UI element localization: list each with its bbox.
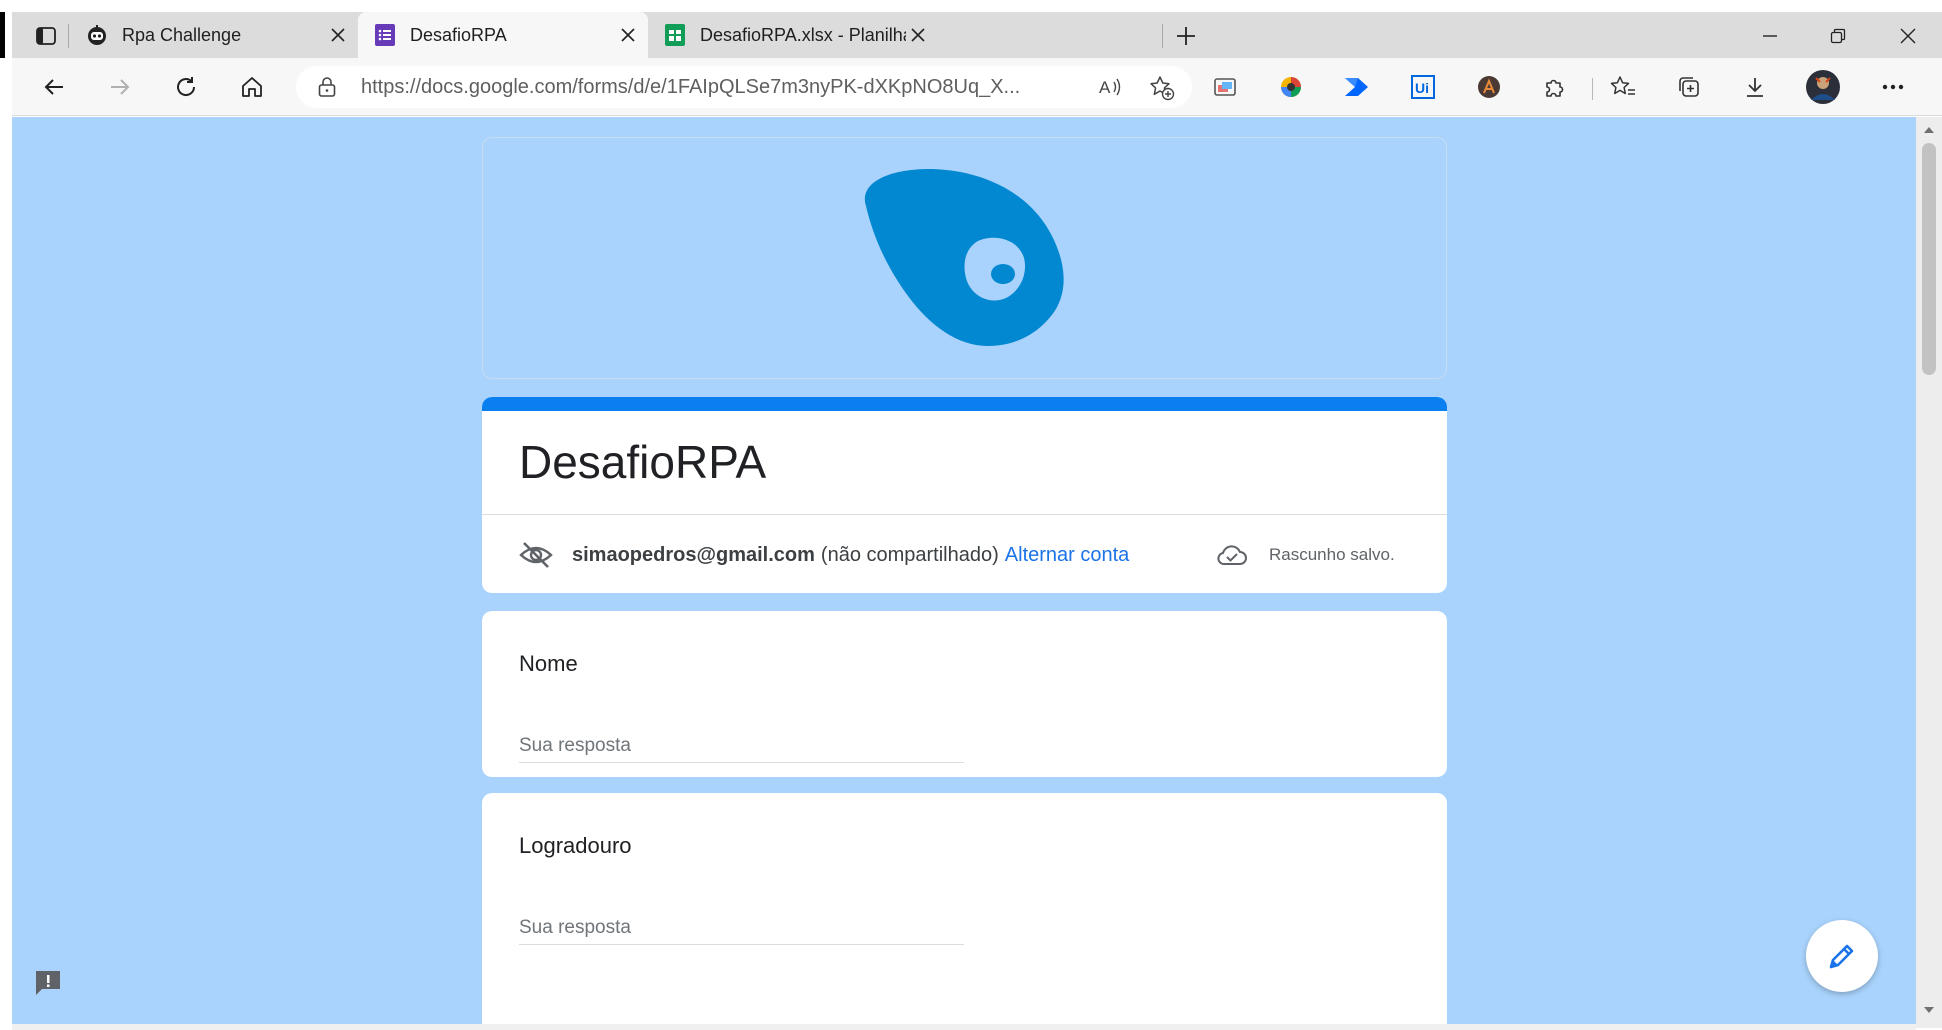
power-automate-icon xyxy=(1345,78,1368,96)
edit-fab-button[interactable] xyxy=(1806,920,1878,992)
pencil-icon xyxy=(1829,944,1854,969)
window-edge xyxy=(0,12,5,58)
extensions-button[interactable] xyxy=(1540,72,1570,102)
home-button[interactable] xyxy=(234,69,270,105)
refresh-icon xyxy=(177,77,196,96)
extension-avatar-a[interactable] xyxy=(1474,72,1504,102)
accent-bar xyxy=(482,397,1447,411)
profile-button[interactable] xyxy=(1806,70,1840,104)
browser-window: Rpa Challenge DesafioRPA DesafioRPA.xlsx… xyxy=(0,0,1942,1030)
restore-icon xyxy=(1830,28,1846,44)
uipath-icon: Ui xyxy=(1411,75,1435,99)
more-dots-icon xyxy=(1882,84,1904,90)
add-favorite-icon[interactable] xyxy=(1149,75,1175,101)
extension-uipath[interactable]: Ui xyxy=(1408,72,1438,102)
question-label: Nome xyxy=(519,651,578,676)
tab-actions-icon xyxy=(36,27,56,45)
form-title: DesafioRPA xyxy=(519,436,767,488)
close-tab-icon[interactable] xyxy=(616,23,640,47)
lock-icon xyxy=(318,77,336,97)
robot-icon xyxy=(86,24,108,46)
close-tab-icon[interactable] xyxy=(906,23,930,47)
tab-separator xyxy=(1162,24,1163,48)
svg-text:Ui: Ui xyxy=(1415,80,1429,96)
tab-title: DesafioRPA.xlsx - Planilhas Goog xyxy=(700,24,906,45)
arrow-right-icon xyxy=(111,79,130,95)
downloads-button[interactable] xyxy=(1740,72,1770,102)
question-card-logradouro: Logradouro xyxy=(482,793,1447,1028)
form-header-banner xyxy=(482,137,1447,379)
tab-desafiorpa-xlsx[interactable]: DesafioRPA.xlsx - Planilhas Goog xyxy=(648,12,938,58)
favorites-icon xyxy=(1610,76,1635,95)
letter-a-icon xyxy=(1478,76,1500,98)
page-viewport: DesafioRPA simaopedros@gmail.com (não co… xyxy=(12,117,1916,1028)
tab-title: DesafioRPA xyxy=(410,24,507,45)
tab-title: Rpa Challenge xyxy=(122,24,242,45)
horizontal-scrollbar[interactable] xyxy=(12,1024,1916,1030)
download-icon xyxy=(1747,78,1763,97)
color-wheel-icon xyxy=(1281,77,1301,97)
restore-button[interactable] xyxy=(1818,20,1858,52)
collections-button[interactable] xyxy=(1674,72,1704,102)
plus-icon xyxy=(1177,27,1195,45)
refresh-button[interactable] xyxy=(168,69,204,105)
scroll-down-icon xyxy=(1924,1007,1934,1013)
profile-avatar xyxy=(1806,70,1840,104)
url-text: https://docs.google.com/forms/d/e/1FAIpQ… xyxy=(361,76,1021,98)
settings-more-button[interactable] xyxy=(1878,72,1908,102)
switch-account-link[interactable]: Alternar conta xyxy=(1005,544,1130,567)
cloud-check-icon xyxy=(1217,545,1247,566)
extension-power-automate[interactable] xyxy=(1342,72,1372,102)
scroll-up-icon xyxy=(1924,127,1934,133)
google-forms-icon xyxy=(374,24,396,46)
draft-status: Rascunho salvo. xyxy=(1217,539,1395,571)
google-sheets-icon xyxy=(664,24,686,46)
tab-rpa-challenge[interactable]: Rpa Challenge xyxy=(70,12,358,58)
forward-button[interactable] xyxy=(102,69,138,105)
divider xyxy=(482,514,1447,515)
not-shared-label: (não compartilhado) xyxy=(820,543,999,566)
close-tab-icon[interactable] xyxy=(326,23,350,47)
question-label: Logradouro xyxy=(519,833,632,858)
navigation-bar: https://docs.google.com/forms/d/e/1FAIpQ… xyxy=(12,58,1942,116)
tab-desafiorpa[interactable]: DesafioRPA xyxy=(358,12,648,58)
address-bar[interactable]: https://docs.google.com/forms/d/e/1FAIpQ… xyxy=(296,66,1192,108)
arrow-left-icon xyxy=(44,79,63,95)
extension-tab-capture[interactable] xyxy=(1210,72,1240,102)
draft-status-text: Rascunho salvo. xyxy=(1269,545,1395,564)
collections-icon xyxy=(1679,77,1699,97)
puzzle-icon xyxy=(1546,79,1564,97)
close-icon xyxy=(1900,28,1916,44)
svg-text:A: A xyxy=(1099,78,1111,97)
tab-actions-button[interactable] xyxy=(24,20,68,52)
favorites-button[interactable] xyxy=(1608,72,1638,102)
robot-logo xyxy=(864,168,1064,346)
minimize-button[interactable] xyxy=(1750,20,1790,52)
account-email: simaopedros@gmail.com xyxy=(572,543,815,566)
read-aloud-icon[interactable]: A xyxy=(1099,76,1123,98)
minimize-icon xyxy=(1763,35,1777,37)
scrollbar-thumb[interactable] xyxy=(1922,143,1936,375)
form-title-card: DesafioRPA simaopedros@gmail.com (não co… xyxy=(482,397,1447,593)
feedback-icon xyxy=(36,971,60,995)
nome-input[interactable] xyxy=(519,729,964,763)
new-tab-button[interactable] xyxy=(1170,20,1202,52)
vertical-scrollbar[interactable] xyxy=(1916,117,1942,1028)
tab-separator xyxy=(68,24,69,48)
feedback-button[interactable] xyxy=(32,967,64,999)
logradouro-input[interactable] xyxy=(519,911,964,945)
screen-capture-icon xyxy=(1214,78,1236,96)
tab-strip: Rpa Challenge DesafioRPA DesafioRPA.xlsx… xyxy=(12,12,1942,58)
eye-off-icon xyxy=(519,542,553,568)
toolbar-separator xyxy=(1592,78,1593,100)
close-window-button[interactable] xyxy=(1888,20,1928,52)
question-card-nome: Nome xyxy=(482,611,1447,777)
back-button[interactable] xyxy=(36,69,72,105)
account-row: simaopedros@gmail.com (não compartilhado… xyxy=(519,539,1129,571)
extension-color[interactable] xyxy=(1276,72,1306,102)
home-icon xyxy=(242,77,262,97)
